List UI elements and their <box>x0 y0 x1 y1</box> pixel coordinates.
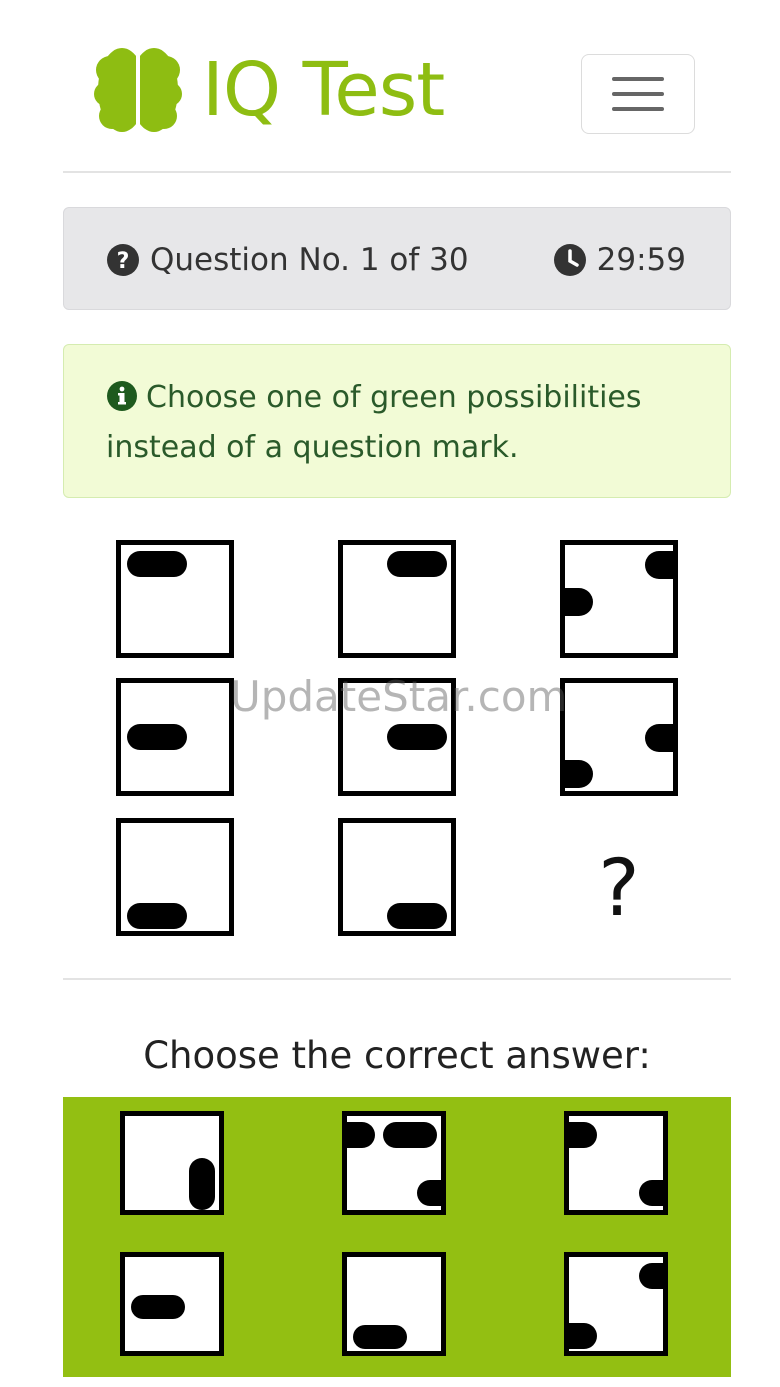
puzzle-grid: ? <box>0 530 780 950</box>
watermark: UpdateStar.com <box>230 672 568 721</box>
header-divider <box>63 171 731 173</box>
brand[interactable]: IQ Test <box>94 44 445 136</box>
option-bar <box>569 1122 597 1148</box>
answer-heading: Choose the correct answer: <box>143 1034 651 1077</box>
cell-bar <box>645 551 673 579</box>
puzzle-cell-r3c1 <box>116 818 234 936</box>
instruction-alert: Choose one of green possibilities instea… <box>63 344 731 498</box>
header: IQ Test <box>0 0 780 172</box>
clock-icon <box>553 244 586 276</box>
option-bar <box>569 1323 597 1349</box>
puzzle-cell-r3c2 <box>338 818 456 936</box>
svg-text:?: ? <box>117 249 130 274</box>
question-circle-icon: ? <box>107 244 139 276</box>
question-counter: ? Question No. 1 of 30 <box>106 242 469 278</box>
puzzle-cell-r2c1 <box>116 678 234 796</box>
option-bar <box>353 1325 407 1349</box>
brain-icon <box>94 48 182 134</box>
option-bar <box>383 1122 437 1148</box>
answer-option-2[interactable] <box>342 1111 446 1215</box>
option-bar <box>347 1122 375 1148</box>
puzzle-cell-r1c1 <box>116 540 234 658</box>
timer: 29:59 <box>553 242 686 278</box>
answer-option-1[interactable] <box>120 1111 224 1215</box>
answer-option-5[interactable] <box>342 1252 446 1356</box>
answer-option-4[interactable] <box>120 1252 224 1356</box>
cell-bar <box>565 588 593 616</box>
answer-option-3[interactable] <box>564 1111 668 1215</box>
instruction-text: Choose one of green possibilities instea… <box>106 380 642 465</box>
cell-bar <box>127 724 187 750</box>
puzzle-divider <box>63 978 731 980</box>
brand-name: IQ Test <box>202 47 445 133</box>
cell-bar <box>645 724 673 752</box>
answer-option-6[interactable] <box>564 1252 668 1356</box>
option-bar <box>417 1180 441 1206</box>
answer-options <box>63 1097 731 1377</box>
cell-bar <box>565 760 593 788</box>
cell-bar <box>127 903 187 929</box>
option-bar <box>639 1180 663 1206</box>
cell-bar <box>127 551 187 577</box>
cell-bar <box>387 551 447 577</box>
question-label: Question No. 1 of 30 <box>150 242 469 278</box>
question-bar: ? Question No. 1 of 30 29:59 <box>63 207 731 310</box>
menu-button[interactable] <box>581 54 695 134</box>
puzzle-cell-r1c3 <box>560 540 678 658</box>
option-bar <box>131 1295 185 1319</box>
puzzle-cell-r2c3 <box>560 678 678 796</box>
puzzle-cell-r1c2 <box>338 540 456 658</box>
hamburger-icon <box>612 77 664 111</box>
option-bar <box>639 1263 663 1289</box>
option-bar <box>189 1158 215 1210</box>
timer-value: 29:59 <box>596 242 686 278</box>
cell-bar <box>387 724 447 750</box>
cell-bar <box>387 903 447 929</box>
missing-cell-question-mark: ? <box>598 844 640 934</box>
info-circle-icon <box>107 381 137 411</box>
